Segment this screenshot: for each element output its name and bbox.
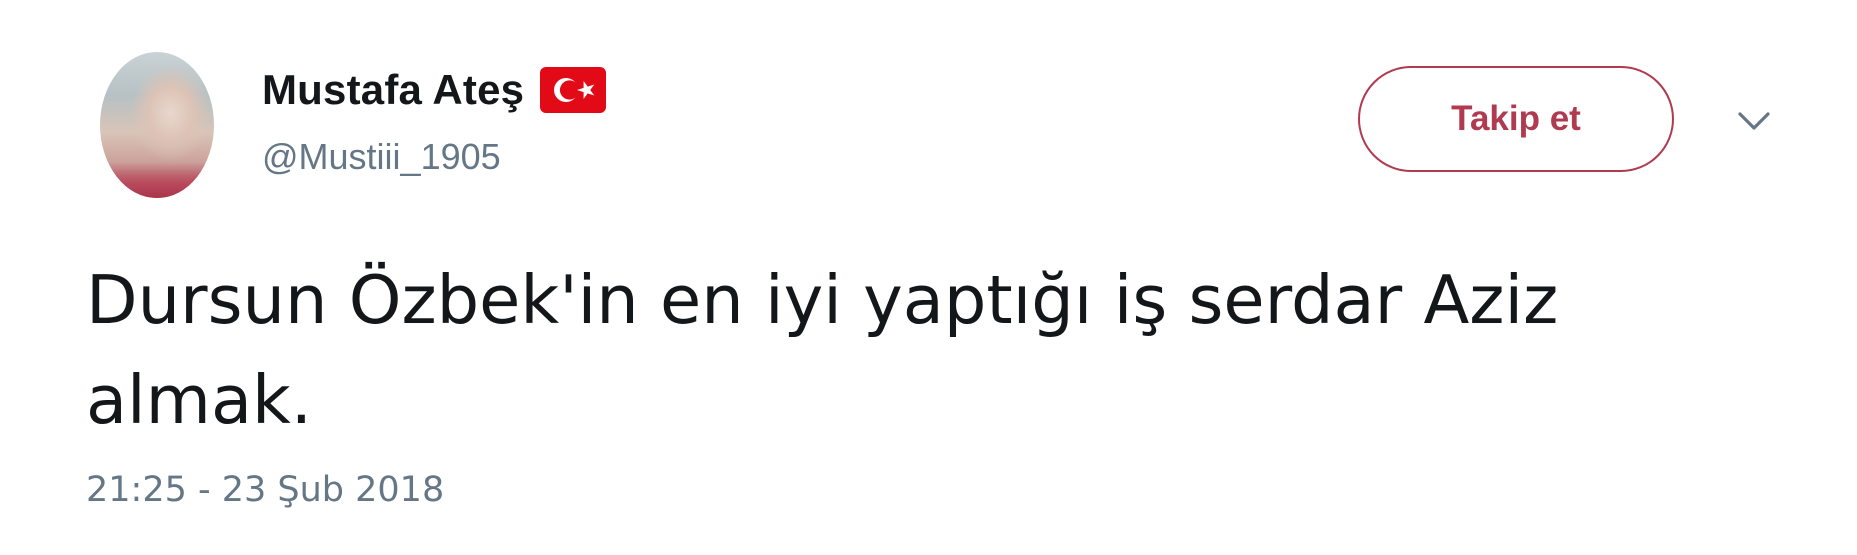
tweet-text: Dursun Özbek'in en iyi yaptığı iş serdar… — [86, 261, 1559, 439]
avatar[interactable] — [100, 52, 214, 198]
follow-button[interactable]: Takip et — [1358, 66, 1674, 172]
tweet-timestamp[interactable]: 21:25 - 23 Şub 2018 — [86, 470, 444, 510]
user-handle[interactable]: @Mustiii_1905 — [262, 136, 501, 178]
user-name-row: Mustafa Ateş — [262, 62, 607, 118]
avatar-scarf — [100, 162, 214, 198]
turkey-flag-icon — [540, 67, 607, 113]
tweet-card: Mustafa Ateş @Mustiii_1905 Takip et Durs… — [0, 0, 1857, 555]
chevron-down-icon[interactable] — [1734, 106, 1774, 136]
display-name[interactable]: Mustafa Ateş — [262, 66, 524, 114]
